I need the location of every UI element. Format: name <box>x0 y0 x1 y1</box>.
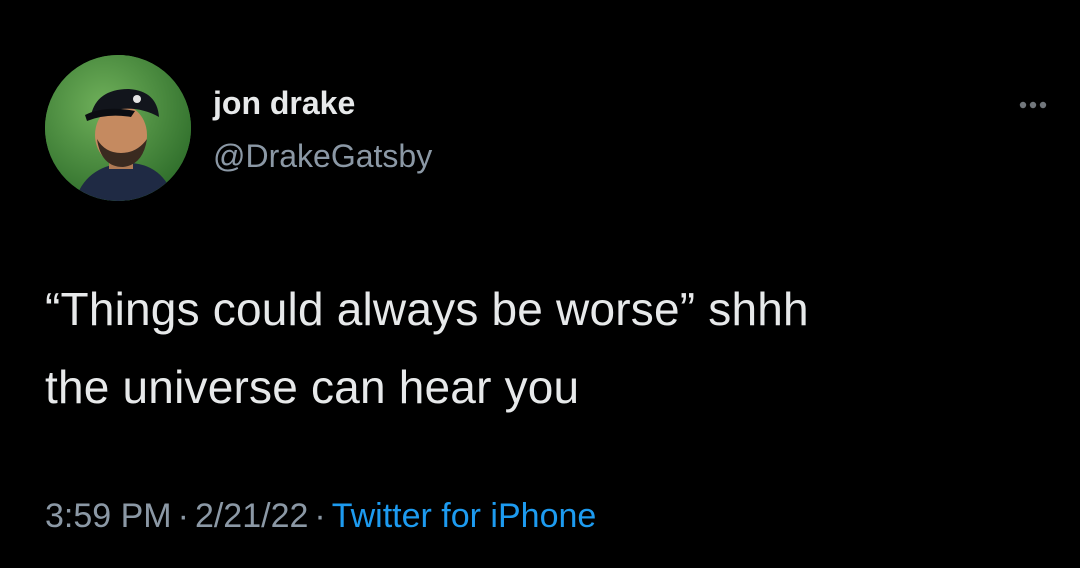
meta-separator: · <box>177 497 189 535</box>
author-name[interactable]: jon drake <box>213 84 355 122</box>
more-options-button[interactable] <box>1010 92 1056 118</box>
tweet-date[interactable]: 2/21/22 <box>195 497 308 535</box>
tweet-meta: 3:59 PM · 2/21/22 · Twitter for iPhone <box>45 494 596 538</box>
author-handle[interactable]: @DrakeGatsby <box>213 137 432 175</box>
tweet-source-link[interactable]: Twitter for iPhone <box>332 497 597 535</box>
tweet-text: “Things could always be worse” shhh the … <box>45 270 1055 426</box>
tweet-text-line: the universe can hear you <box>45 361 580 413</box>
tweet-time[interactable]: 3:59 PM <box>45 497 172 535</box>
more-horizontal-icon <box>1019 101 1047 109</box>
tweet-card: jon drake @DrakeGatsby “Things could alw… <box>0 0 1080 568</box>
meta-separator: · <box>314 497 326 535</box>
avatar[interactable] <box>45 55 191 201</box>
avatar-image <box>45 55 191 201</box>
tweet-text-line: “Things could always be worse” shhh <box>45 283 809 335</box>
